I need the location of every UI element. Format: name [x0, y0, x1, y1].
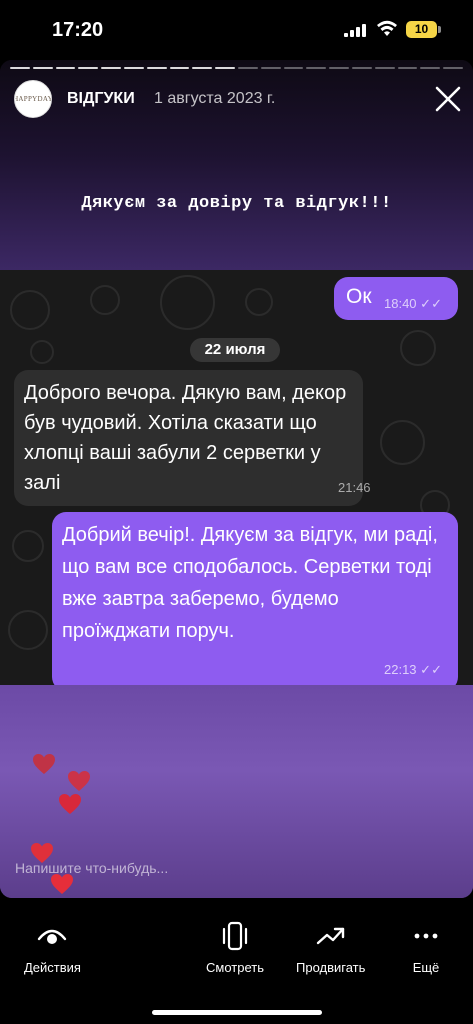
heart-icon [59, 794, 81, 814]
home-indicator[interactable] [152, 1010, 322, 1015]
message-bubble-outgoing: Ок 18:40 ✓✓ [334, 277, 458, 320]
battery-level: 10 [414, 22, 429, 36]
nav-promote[interactable]: Продвигать [296, 920, 365, 975]
message-text: Добрий вечір!. Дякуєм за відгук, ми раді… [62, 524, 438, 642]
nav-view[interactable]: Смотреть [206, 920, 264, 975]
avatar[interactable]: HAPPYDAY [14, 80, 52, 118]
nav-label: Продвигать [296, 960, 366, 975]
status-bar: 17:20 10 [0, 0, 473, 60]
nav-label: Ещё [412, 960, 440, 975]
bottom-nav: Действия Смотреть Продвигать Ещё [0, 898, 473, 1024]
story-headline: Дякуєм за довіру та відгук!!! [81, 194, 392, 213]
avatar-logo: HAPPYDAY [14, 95, 52, 103]
heart-icon [51, 874, 73, 894]
double-check-icon: ✓✓ [420, 662, 442, 677]
more-dots-icon [410, 920, 442, 952]
heart-icon [33, 754, 55, 774]
status-time: 17:20 [52, 19, 104, 41]
message-text: Доброго вечора. Дякую вам, декор був чуд… [24, 382, 347, 494]
message-time: 21:46 [338, 480, 371, 495]
story-progress-bar [10, 67, 463, 69]
signal-icon [344, 24, 366, 37]
nav-actions[interactable]: Действия [24, 920, 81, 975]
story-viewer[interactable]: HAPPYDAY ВІДГУКИ 1 августа 2023 г. Дякує… [0, 60, 473, 898]
heart-icon [68, 771, 90, 791]
message-time: 22:13 ✓✓ [384, 662, 442, 677]
message-time: 18:40 ✓✓ [384, 296, 442, 311]
wifi-icon [377, 20, 397, 36]
close-icon[interactable] [434, 85, 462, 113]
battery-icon: 10 [406, 21, 437, 38]
message-bubble-outgoing: Добрий вечір!. Дякуєм за відгук, ми раді… [52, 512, 458, 685]
nav-label: Действия [24, 960, 81, 975]
story-date: 1 августа 2023 г. [154, 90, 276, 107]
message-bubble-incoming: Доброго вечора. Дякую вам, декор був чуд… [14, 370, 371, 506]
nav-more[interactable]: Ещё [410, 920, 442, 975]
trend-up-icon [315, 920, 347, 952]
battery-tip [438, 26, 441, 33]
chat-screenshot: Ок 18:40 ✓✓ 22 июля Доброго вечора. Дяку… [0, 270, 473, 685]
account-name[interactable]: ВІДГУКИ [67, 90, 135, 108]
nav-label: Смотреть [206, 960, 264, 975]
double-check-icon: ✓✓ [420, 296, 442, 311]
device-view-icon [219, 920, 251, 952]
reply-input[interactable]: Напишите что-нибудь... [15, 860, 168, 876]
message-text: Ок [346, 285, 372, 308]
date-separator: 22 июля [190, 338, 280, 362]
eye-icon [36, 920, 68, 952]
